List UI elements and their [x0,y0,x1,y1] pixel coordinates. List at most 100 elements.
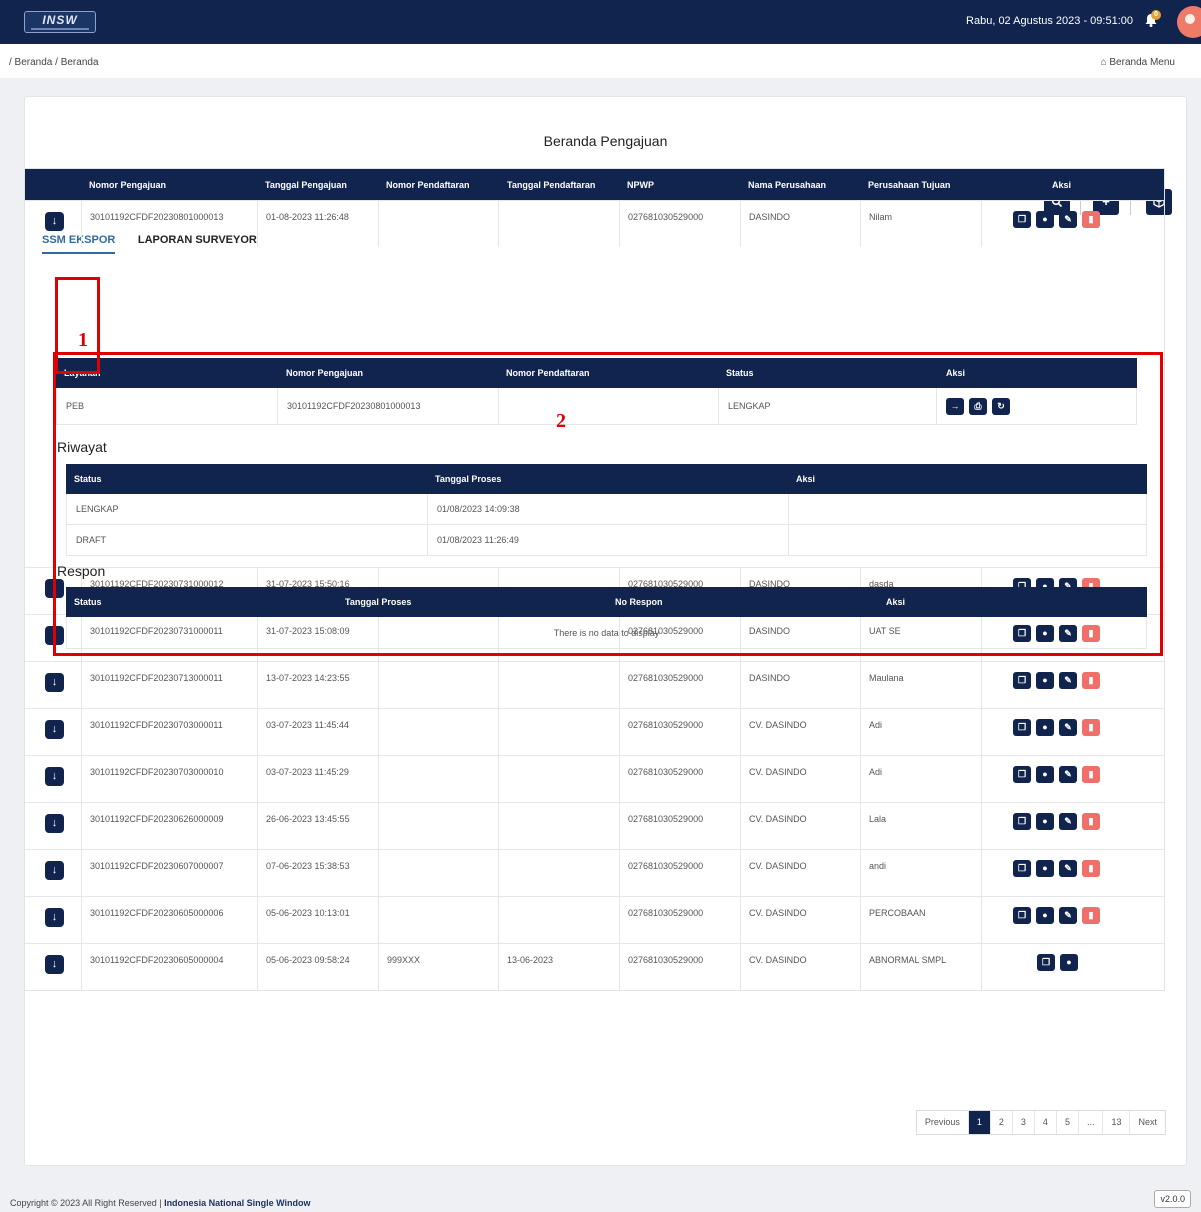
row-actions: ❐ ● ✎ ▮ [1013,672,1105,689]
nama-perusahaan-cell: CV. DASINDO [740,803,860,849]
table-header: Nomor Pengajuan Tanggal Pengajuan Nomor … [25,169,1164,200]
delete-button[interactable]: ▮ [1082,719,1100,736]
col-tanggal-pengajuan: Tanggal Pengajuan [265,180,347,190]
npwp-cell: 027681030529000 [619,756,740,802]
pagination-page[interactable]: 13 [1103,1111,1131,1134]
col-tanggal-pendaftaran: Tanggal Pendaftaran [507,180,596,190]
expand-row-button[interactable]: ↓ [45,908,64,927]
edit-button[interactable]: ✎ [1059,907,1077,924]
npwp-cell: 027681030529000 [619,803,740,849]
eye-icon: ● [1042,675,1048,685]
tanggal-pengajuan-cell: 05-06-2023 09:58:24 [257,944,378,990]
edit-button[interactable]: ✎ [1059,211,1077,228]
expand-row-button[interactable]: ↓ [45,814,64,833]
view-button[interactable]: ● [1060,954,1078,971]
nomor-pengajuan-cell: 30101192CFDF20230703000011 [81,709,257,755]
col-nomor-pengajuan: Nomor Pengajuan [89,180,167,190]
user-avatar[interactable] [1177,6,1201,38]
copy-button[interactable]: ❐ [1013,211,1031,228]
col-aksi: Aksi [1052,180,1072,190]
table-row: ↓ 30101192CFDF20230605000006 05-06-2023 10… [25,896,1164,943]
delete-button[interactable]: ▮ [1082,766,1100,783]
pagination-page[interactable]: 4 [1035,1111,1057,1134]
copy-button[interactable]: ❐ [1013,719,1031,736]
edit-button[interactable]: ✎ [1059,719,1077,736]
table-row: ↓ 30101192CFDF20230801000013 01-08-2023 11… [25,200,1164,247]
row-actions: ❐ ● ✎ ▮ [1013,211,1105,228]
expand-row-button[interactable]: ↓ [45,212,64,231]
edit-button[interactable]: ✎ [1059,766,1077,783]
footer-brand-link[interactable]: Indonesia National Single Window [164,1198,310,1208]
view-button[interactable]: ● [1036,719,1054,736]
pagination-page[interactable]: 3 [1013,1111,1035,1134]
tanggal-pengajuan-cell: 13-07-2023 14:23:55 [257,662,378,708]
delete-button[interactable]: ▮ [1082,672,1100,689]
arrow-down-icon: ↓ [51,817,58,829]
tanggal-pengajuan-cell: 05-06-2023 10:13:01 [257,897,378,943]
copy-icon: ❐ [1017,910,1027,920]
page-title: Beranda Pengajuan [543,133,668,149]
nomor-pendaftaran-cell [378,662,498,708]
tanggal-pendaftaran-cell [498,897,619,943]
copy-button[interactable]: ❐ [1013,860,1031,877]
copy-button[interactable]: ❐ [1013,813,1031,830]
table-row: ↓ 30101192CFDF20230605000004 05-06-2023 09… [25,943,1164,990]
copy-button[interactable]: ❐ [1013,672,1031,689]
tanggal-pendaftaran-cell [498,803,619,849]
trash-icon: ▮ [1088,722,1094,732]
pagination-page[interactable]: ... [1079,1111,1104,1134]
pagination-page[interactable]: 1 [968,1111,991,1134]
nama-perusahaan-cell: CV. DASINDO [740,756,860,802]
view-button[interactable]: ● [1036,813,1054,830]
pagination-next[interactable]: Next [1130,1111,1165,1134]
app-logo[interactable]: INSW [24,11,96,33]
delete-button[interactable]: ▮ [1082,907,1100,924]
edit-button[interactable]: ✎ [1059,813,1077,830]
expand-row-button[interactable]: ↓ [45,673,64,692]
view-button[interactable]: ● [1036,211,1054,228]
current-datetime: Rabu, 02 Agustus 2023 - 09:51:00 [966,15,1133,27]
tanggal-pendaftaran-cell [498,709,619,755]
expand-row-button[interactable]: ↓ [45,861,64,880]
view-button[interactable]: ● [1036,907,1054,924]
nomor-pengajuan-cell: 30101192CFDF20230713000011 [81,662,257,708]
eye-icon: ● [1042,910,1048,920]
edit-icon: ✎ [1064,769,1072,779]
copy-button[interactable]: ❐ [1013,766,1031,783]
copy-button[interactable]: ❐ [1013,907,1031,924]
pagination-page[interactable]: 5 [1057,1111,1079,1134]
col-npwp: NPWP [627,180,654,190]
view-button[interactable]: ● [1036,766,1054,783]
row-actions: ❐ ● ✎ ▮ [1013,907,1105,924]
tanggal-pengajuan-cell: 07-06-2023 15:38:53 [257,850,378,896]
delete-button[interactable]: ▮ [1082,860,1100,877]
delete-button[interactable]: ▮ [1082,211,1100,228]
trash-icon: ▮ [1088,769,1094,779]
view-button[interactable]: ● [1036,672,1054,689]
bell-icon[interactable]: 0 [1143,10,1161,28]
edit-button[interactable]: ✎ [1059,672,1077,689]
perusahaan-tujuan-cell: ABNORMAL SMPL [860,944,981,990]
perusahaan-tujuan-cell: Adi [860,709,981,755]
copy-button[interactable]: ❐ [1037,954,1055,971]
home-menu-link[interactable]: ⌂ Beranda Menu [1101,57,1175,68]
expand-row-button[interactable]: ↓ [45,955,64,974]
pagination-page[interactable]: 2 [991,1111,1013,1134]
pagination-previous[interactable]: Previous [917,1111,969,1134]
nama-perusahaan-cell: DASINDO [740,662,860,708]
nomor-pengajuan-cell: 30101192CFDF20230801000013 [81,201,257,247]
arrow-down-icon: ↓ [51,864,58,876]
view-button[interactable]: ● [1036,860,1054,877]
eye-icon: ● [1042,214,1048,224]
nomor-pengajuan-cell: 30101192CFDF20230605000004 [81,944,257,990]
delete-button[interactable]: ▮ [1082,813,1100,830]
annotation-label-1: 1 [78,329,88,351]
edit-icon: ✎ [1064,863,1072,873]
expand-row-button[interactable]: ↓ [45,767,64,786]
table-row: ↓ 30101192CFDF20230703000010 03-07-2023 11… [25,755,1164,802]
breadcrumb[interactable]: / Beranda / Beranda [9,57,99,68]
edit-button[interactable]: ✎ [1059,860,1077,877]
nomor-pendaftaran-cell [378,897,498,943]
nomor-pendaftaran-cell [378,201,498,247]
expand-row-button[interactable]: ↓ [45,720,64,739]
